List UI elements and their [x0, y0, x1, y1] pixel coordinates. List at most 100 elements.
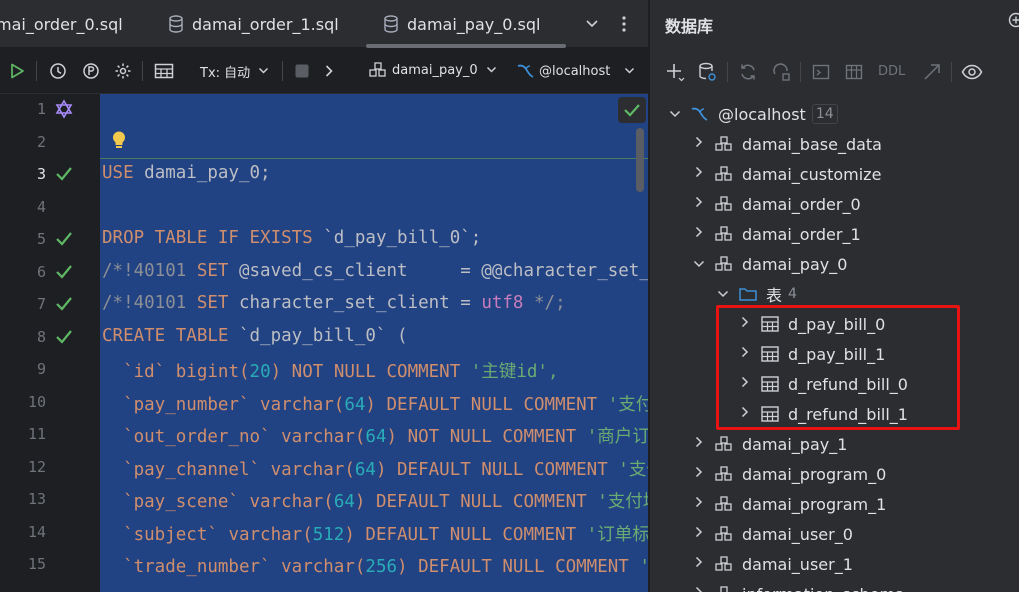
chevron-down-icon[interactable]	[668, 107, 682, 122]
tree-node-label: damai_program_1	[742, 494, 887, 514]
executed-check-icon	[56, 264, 72, 279]
chevron-right-icon[interactable]	[738, 406, 752, 422]
chevron-right-icon[interactable]	[692, 586, 706, 592]
mysql-dolphin-icon	[691, 107, 708, 121]
chevron-right-icon[interactable]	[738, 346, 752, 362]
more-options-icon[interactable]	[612, 12, 636, 36]
code-line: /*!40101 SET character_set_client = utf8…	[102, 293, 566, 313]
tree-node-schema[interactable]: damai_pay_1	[650, 429, 1019, 459]
chevron-right-icon[interactable]	[738, 316, 752, 332]
panel-options-icon[interactable]	[1008, 12, 1019, 32]
child-count-badge: 14	[811, 104, 838, 124]
executed-check-icon	[56, 329, 72, 344]
code-token: '三方交易凭证号',	[639, 557, 648, 577]
tab-list-chevron-icon[interactable]	[580, 12, 604, 36]
add-icon[interactable]	[664, 61, 686, 83]
code-token: varchar(	[281, 427, 366, 447]
code-token: '主键id',	[470, 362, 559, 382]
code-editor[interactable]: USE damai_pay_0; DROP TABLE IF EXISTS `d_…	[100, 94, 648, 592]
chevron-right-icon[interactable]	[692, 226, 706, 242]
schema-label: damai_pay_0	[392, 62, 478, 78]
inspection-ok-icon[interactable]	[618, 97, 646, 123]
tree-node-schema[interactable]: damai_customize	[650, 159, 1019, 189]
chevron-right-icon[interactable]	[692, 166, 706, 182]
code-token: */;	[523, 293, 566, 313]
tree-node-label: damai_base_data	[742, 134, 882, 154]
tree-node-table[interactable]: d_pay_bill_0	[650, 309, 1019, 339]
tree-node-schema[interactable]: damai_order_1	[650, 219, 1019, 249]
tree-node-schema[interactable]: damai_program_0	[650, 459, 1019, 489]
code-token: `pay_channel`	[102, 459, 271, 480]
gear-icon[interactable]	[112, 60, 134, 82]
line-divider	[100, 158, 648, 159]
toolbar-separator	[36, 61, 37, 81]
explain-plan-icon[interactable]	[80, 60, 102, 82]
line-number: 1	[36, 100, 46, 118]
tree-node-label: damai_order_0	[742, 194, 861, 214]
table-editor-icon[interactable]	[843, 61, 865, 83]
code-token: `subject`	[102, 524, 229, 545]
chevron-right-icon[interactable]	[692, 466, 706, 482]
chevron-down-icon[interactable]	[692, 257, 706, 272]
code-token: `out_order_no`	[102, 427, 282, 447]
tree-node-schema[interactable]: damai_pay_0	[650, 249, 1019, 279]
eye-icon[interactable]	[961, 61, 983, 83]
chevron-right-icon[interactable]	[692, 136, 706, 152]
tree-node-table[interactable]: d_refund_bill_1	[650, 399, 1019, 429]
code-token: ) DEFAULT NULL COMMENT	[344, 524, 587, 545]
sync-icon[interactable]	[770, 61, 792, 83]
table-view-icon[interactable]	[153, 60, 175, 82]
tree-node-label: d_pay_bill_1	[788, 344, 886, 364]
tab-damai-pay-0[interactable]: damai_pay_0.sql	[383, 0, 540, 48]
datasource-properties-icon[interactable]	[696, 61, 718, 83]
chevron-right-icon[interactable]	[692, 496, 706, 512]
chevron-right-icon[interactable]	[692, 196, 706, 212]
tree-node-schema[interactable]: damai_program_1	[650, 489, 1019, 519]
history-icon[interactable]	[47, 60, 69, 82]
stop-icon[interactable]	[291, 60, 313, 82]
code-line: USE damai_pay_0;	[102, 163, 271, 183]
chevron-right-icon[interactable]	[692, 556, 706, 572]
tree-node-table[interactable]: d_pay_bill_1	[650, 339, 1019, 369]
tree-node-tables-folder[interactable]: 表4	[650, 279, 1019, 309]
schema-icon	[715, 466, 732, 481]
code-token: `d_pay_bill_0` (	[238, 325, 408, 346]
tab-damai-order-1[interactable]: damai_order_1.sql	[168, 0, 339, 48]
code-token: USE	[102, 163, 145, 183]
tree-node-table[interactable]: d_refund_bill_0	[650, 369, 1019, 399]
transaction-mode-dropdown[interactable]: Tx: 自动	[200, 62, 269, 81]
chevron-right-icon[interactable]	[692, 436, 706, 452]
tree-node-schema[interactable]: damai_order_0	[650, 189, 1019, 219]
tree-node-schema[interactable]: damai_user_0	[650, 519, 1019, 549]
chevron-down-icon	[624, 65, 635, 78]
tree-node-schema[interactable]: damai_base_data	[650, 129, 1019, 159]
tab-label: damai_pay_0.sql	[407, 14, 541, 34]
code-token: 64	[365, 427, 387, 447]
refresh-icon[interactable]	[737, 61, 759, 83]
toolbar-separator	[727, 62, 728, 82]
chevron-right-icon[interactable]	[738, 376, 752, 392]
tab-label: damai_order_1.sql	[192, 14, 339, 34]
ai-assistant-icon[interactable]	[54, 99, 74, 119]
run-icon[interactable]	[6, 60, 28, 82]
schema-selector[interactable]: damai_pay_0	[369, 62, 497, 78]
folder-icon	[739, 288, 757, 301]
datasource-selector[interactable]: @localhost	[516, 62, 635, 80]
code-line: `trade_number` varchar(256) DEFAULT NULL…	[102, 553, 648, 578]
code-token: `pay_scene`	[102, 492, 250, 512]
ddl-button[interactable]: DDL	[878, 64, 905, 79]
jump-to-icon[interactable]	[921, 61, 943, 83]
console-icon[interactable]	[810, 61, 832, 83]
tree-node-schema[interactable]: damai_user_1	[650, 549, 1019, 579]
toolbar-separator	[800, 62, 801, 82]
tree-node-label: @localhost	[718, 104, 806, 124]
code-token: 64	[333, 492, 355, 512]
chevron-right-icon[interactable]	[692, 526, 706, 542]
tree-node-localhost[interactable]: @localhost 14	[650, 99, 1019, 129]
tab-mai-order-0[interactable]: mai_order_0.sql	[0, 0, 123, 48]
tree-node-schema[interactable]: information_schema	[650, 579, 1019, 592]
editor-scrollbar[interactable]	[636, 128, 644, 192]
lightbulb-icon[interactable]	[110, 130, 128, 150]
chevron-right-icon[interactable]	[318, 60, 340, 82]
chevron-down-icon[interactable]	[716, 287, 730, 302]
